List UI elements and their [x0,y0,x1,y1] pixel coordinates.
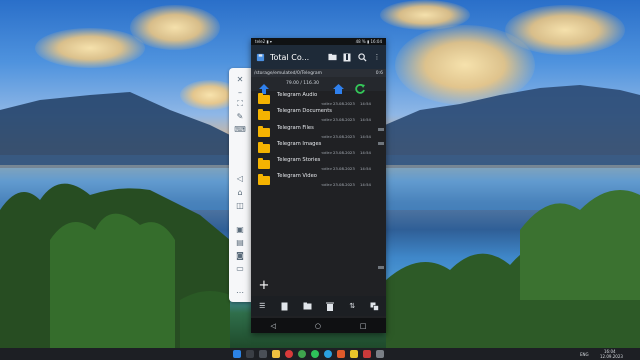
record-icon[interactable]: ▤ [232,236,248,248]
fullscreen-icon[interactable]: ⛶ [232,98,248,110]
file-name: Telegram Stories [277,157,321,164]
select-icon[interactable]: ☰ [257,301,267,311]
start-icon[interactable] [233,350,241,358]
home-icon[interactable]: ○ [315,322,321,330]
file-list: Telegram Audio <dir> 23.08.2023 14:54 Te… [251,91,386,189]
storage-space-info: 79.00 / 116.30 [286,81,320,86]
clock-date[interactable]: 12.09.2023 [600,354,623,359]
move-icon[interactable] [302,301,312,311]
app-icon[interactable] [363,350,371,358]
carrier-status: tele2 ▮ ▾ [255,39,272,44]
current-path: /storage/emulated/0/Telegram [254,70,323,76]
android-nav-bar: ◁ ○ □ [251,318,386,333]
file-time: 14:54 [360,133,371,139]
explorer-icon[interactable] [272,350,280,358]
file-name: Telegram Video [277,173,317,180]
file-type: <dir> [321,133,333,139]
close-icon[interactable]: ✕ [232,73,248,85]
app-icon[interactable] [337,350,345,358]
file-date: 23.08.2023 [333,149,355,155]
recents-icon[interactable]: □ [360,322,367,330]
copy-icon[interactable] [280,301,290,311]
file-time: 14:54 [360,166,371,172]
scroll-handle[interactable] [378,266,384,269]
keyboard-icon[interactable]: ⌨ [232,123,248,135]
chrome-icon[interactable] [298,350,306,358]
back-icon[interactable]: ◫ [232,199,248,211]
file-date: 23.08.2023 [333,133,355,139]
more-icon[interactable]: ⋯ [232,286,248,298]
list-item[interactable]: Telegram Files <dir> 23.08.2023 14:54 [251,124,386,140]
path-counter: 0:6 [375,70,383,76]
file-name: Telegram Files [277,124,314,131]
file-time: 14:54 [360,149,371,155]
folder-icon [258,174,270,186]
app-icon[interactable] [350,350,358,358]
file-date: 23.08.2023 [333,101,355,106]
search-icon[interactable] [357,52,367,62]
scroll-marker[interactable] [378,127,384,131]
home-icon[interactable]: ⌂ [232,186,248,198]
file-date: 23.08.2023 [333,166,355,172]
folder-icon [258,109,270,121]
add-icon[interactable]: + [258,279,270,293]
whatsapp-icon[interactable] [311,350,319,358]
folder-icon [258,141,270,153]
list-item[interactable]: Telegram Stories <dir> 23.08.2023 14:54 [251,156,386,172]
file-type: <dir> [321,117,333,123]
archive-icon[interactable] [342,52,352,62]
file-name: Telegram Documents [277,108,332,115]
phone-mirror-window: tele2 ▮ ▾ 48 % ▮ 16:04 Total Co... ⋮ /st… [251,38,386,333]
file-time: 14:54 [360,101,371,106]
folder-icon [258,93,270,104]
path-bar[interactable]: /storage/emulated/0/Telegram 0:6 [251,69,386,77]
app-icon[interactable] [376,350,384,358]
file-type: <dir> [321,182,333,188]
pin-icon[interactable]: ✎ [232,110,248,122]
camera-icon[interactable]: ◙ [232,249,248,261]
list-item[interactable]: Telegram Audio <dir> 23.08.2023 14:54 [251,91,386,107]
file-time: 14:54 [360,117,371,123]
back-icon[interactable]: ◁ [270,322,275,330]
file-name: Telegram Audio [277,92,318,98]
search-icon[interactable] [246,350,254,358]
language-indicator[interactable]: ENG [580,352,589,357]
task-view-icon[interactable] [259,350,267,358]
list-item[interactable]: Telegram Documents <dir> 23.08.2023 14:5… [251,107,386,123]
folder-icon [258,125,270,137]
save-icon[interactable] [255,52,265,62]
list-item[interactable]: Telegram Video <dir> 23.08.2023 14:54 [251,172,386,188]
file-time: 14:54 [360,182,371,188]
new-folder-icon[interactable] [327,52,337,62]
folder-icon [258,158,270,170]
file-date: 23.08.2023 [333,182,355,188]
file-type: <dir> [321,149,333,155]
windows-taskbar: ENG 16:04 12.09.2023 [0,348,640,360]
app-title: Total Co... [270,52,310,62]
sort-icon[interactable]: ⇅ [347,301,357,311]
navigation-row: 79.00 / 116.30 [251,77,386,94]
opera-icon[interactable] [285,350,293,358]
file-date: 23.08.2023 [333,117,355,123]
volume-icon[interactable]: ◁ [232,172,248,184]
file-type: <dir> [321,166,333,172]
delete-icon[interactable] [325,301,335,311]
overflow-menu-icon[interactable]: ⋮ [372,52,382,62]
mirror-side-toolbar: ✕ – ⛶ ✎ ⌨ ◁ ⌂ ◫ ▣ ▤ ◙ ▭ ⋯ [229,68,251,302]
minimize-icon[interactable]: – [232,86,248,98]
file-type: <dir> [321,101,333,106]
tabs-icon[interactable] [370,301,380,311]
file-name: Telegram Images [277,140,322,147]
bottom-toolbar: ☰ ⇅ [251,296,386,316]
app-header: Total Co... ⋮ [251,45,386,69]
screenshot-icon[interactable]: ▣ [232,223,248,235]
telegram-icon[interactable] [324,350,332,358]
folder-icon[interactable]: ▭ [232,262,248,274]
android-status-bar: tele2 ▮ ▾ 48 % ▮ 16:04 [251,38,386,45]
list-item[interactable]: Telegram Images <dir> 23.08.2023 14:54 [251,140,386,156]
battery-clock-status: 48 % ▮ 16:04 [355,39,382,44]
scroll-marker[interactable] [378,141,384,145]
